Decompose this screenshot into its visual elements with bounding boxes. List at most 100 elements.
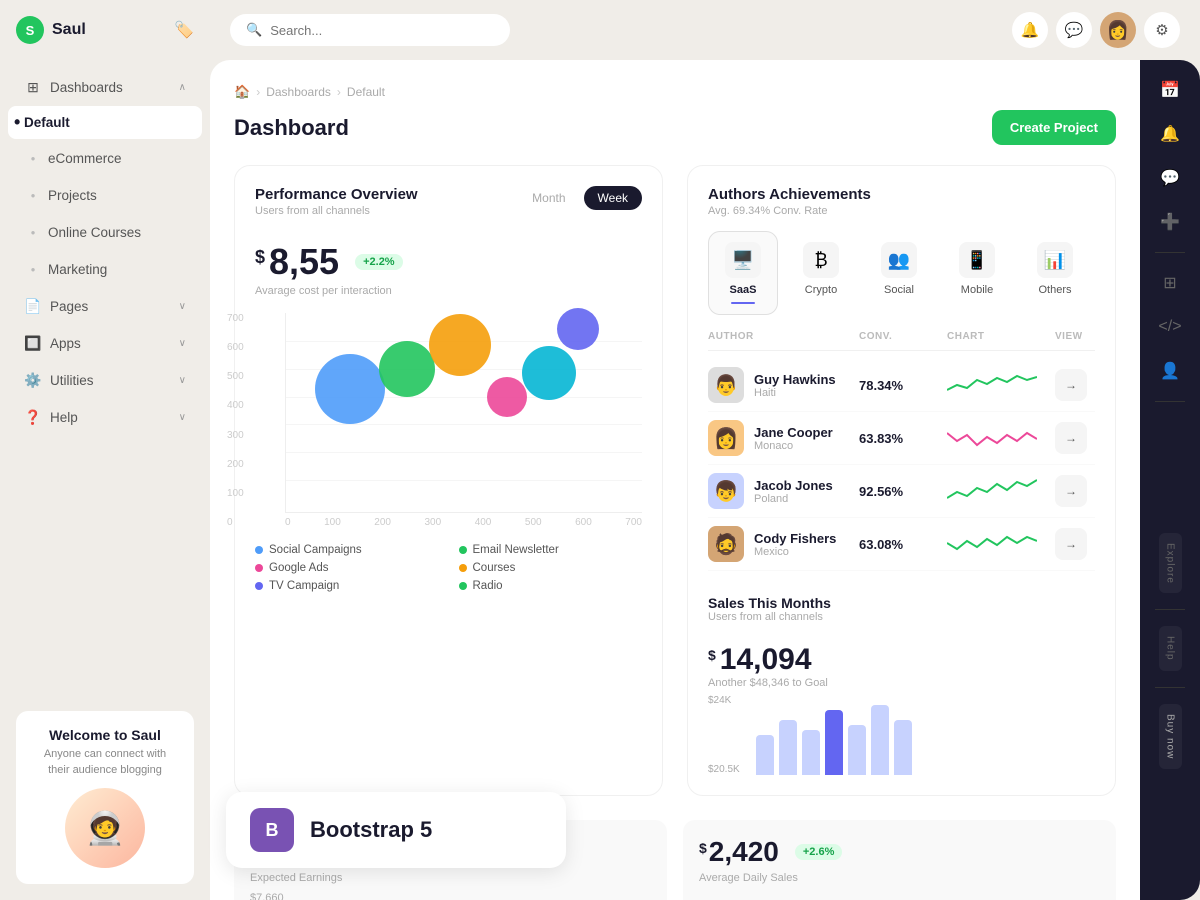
- saas-icon: 🖥️: [725, 242, 761, 278]
- help-icon: ❓: [24, 408, 42, 426]
- bubble-email: [379, 341, 435, 397]
- author-name-jane: Jane Cooper: [754, 425, 833, 440]
- col-chart: CHART: [947, 331, 1047, 342]
- search-box[interactable]: 🔍: [230, 14, 510, 46]
- breadcrumb: 🏠 › Dashboards › Default: [234, 84, 1116, 100]
- sidebar-item-label: Marketing: [48, 262, 107, 277]
- bar-1: [756, 735, 774, 775]
- notifications-button[interactable]: 🔔: [1012, 12, 1048, 48]
- search-icon: 🔍: [246, 22, 262, 38]
- rp-separator: [1155, 252, 1185, 253]
- astronaut-illustration: 🧑‍🚀: [65, 788, 145, 868]
- earnings-label: Expected Earnings: [250, 872, 651, 884]
- sales-currency: $: [708, 647, 716, 663]
- sidebar-item-projects[interactable]: ● Projects: [8, 177, 202, 213]
- author-tab-mobile[interactable]: 📱 Mobile: [942, 231, 1012, 315]
- rp-buy-label[interactable]: Buy now: [1159, 704, 1182, 769]
- sidebar-item-pages[interactable]: 📄 Pages ∨: [8, 288, 202, 324]
- settings-button[interactable]: ⚙: [1144, 12, 1180, 48]
- rp-code-button[interactable]: </>: [1152, 309, 1188, 345]
- sidebar-item-label: Dashboards: [50, 80, 123, 95]
- bar-6: [871, 705, 889, 775]
- rp-user-button[interactable]: 👤: [1152, 353, 1188, 389]
- page-title: Dashboard: [234, 115, 349, 141]
- sidebar-header: S Saul 🏷️: [0, 0, 210, 60]
- bar-values: $7,660 $2,820 $45,257: [250, 892, 651, 900]
- bar-3: [802, 730, 820, 775]
- rp-grid-button[interactable]: ⊞: [1152, 265, 1188, 301]
- create-project-button[interactable]: Create Project: [992, 110, 1116, 145]
- performance-card: Performance Overview Users from all chan…: [234, 165, 663, 796]
- messages-button[interactable]: 💬: [1056, 12, 1092, 48]
- col-conv: CONV.: [859, 331, 939, 342]
- welcome-card: Welcome to Saul Anyone can connect with …: [16, 711, 194, 884]
- author-info-guy: 👨 Guy Hawkins Haiti: [708, 367, 851, 403]
- bubble-radio: [557, 308, 599, 350]
- rp-separator2: [1155, 401, 1185, 402]
- legend-radio: Radio: [459, 580, 643, 592]
- rp-help-label[interactable]: Help: [1159, 626, 1182, 671]
- conv-rate-jane: 63.83%: [859, 431, 939, 446]
- bubble-tv: [522, 346, 576, 400]
- home-icon[interactable]: 🏠: [234, 84, 250, 100]
- sidebar-item-label: Apps: [50, 336, 81, 351]
- user-avatar[interactable]: 👩: [1100, 12, 1136, 48]
- author-tab-saas[interactable]: 🖥️ SaaS: [708, 231, 778, 315]
- social-label: Social: [884, 284, 914, 296]
- breadcrumb-dashboards[interactable]: Dashboards: [266, 85, 331, 99]
- rp-calendar-button[interactable]: 📅: [1152, 72, 1188, 108]
- y-axis: 700 600 500 400 300 200 100 0: [227, 313, 244, 528]
- rp-messages-button[interactable]: 💬: [1152, 160, 1188, 196]
- search-input[interactable]: [270, 23, 494, 38]
- performance-value: $ 8,55: [255, 241, 339, 283]
- active-underline: [731, 302, 755, 304]
- logo-icon: S: [16, 16, 44, 44]
- sidebar-item-label: Pages: [50, 299, 88, 314]
- sidebar-item-marketing[interactable]: ● Marketing: [8, 251, 202, 287]
- sidebar-item-apps[interactable]: 🔲 Apps ∨: [8, 325, 202, 361]
- sidebar-item-default[interactable]: Default: [8, 106, 202, 139]
- rp-notifications-button[interactable]: 🔔: [1152, 116, 1188, 152]
- author-info-jane: 👩 Jane Cooper Monaco: [708, 420, 851, 456]
- sidebar-nav: ⊞ Dashboards ∧ Default ● eCommerce ● Pro…: [0, 60, 210, 695]
- daily-number: 2,420: [709, 836, 779, 868]
- rp-add-button[interactable]: ➕: [1152, 204, 1188, 240]
- sidebar-item-ecommerce[interactable]: ● eCommerce: [8, 140, 202, 176]
- author-tab-social[interactable]: 👥 Social: [864, 231, 934, 315]
- view-button-guy[interactable]: →: [1055, 369, 1087, 401]
- author-info-jacob: 👦 Jacob Jones Poland: [708, 473, 851, 509]
- sidebar-item-dashboards[interactable]: ⊞ Dashboards ∧: [8, 69, 202, 105]
- sales-goal: Another $48,346 to Goal: [708, 677, 1095, 689]
- daily-sales-label: Average Daily Sales: [699, 872, 1100, 884]
- authors-title: Authors Achievements: [708, 186, 1095, 203]
- sidebar-item-online-courses[interactable]: ● Online Courses: [8, 214, 202, 250]
- social-tab-icon: 👥: [881, 242, 917, 278]
- tab-week[interactable]: Week: [584, 186, 642, 210]
- sidebar-item-label: Online Courses: [48, 225, 141, 240]
- author-row-jane: 👩 Jane Cooper Monaco 63.83%: [708, 412, 1095, 465]
- rp-mid-sep2: [1155, 687, 1185, 688]
- bootstrap-label: Bootstrap 5: [310, 817, 432, 843]
- sidebar-item-help[interactable]: ❓ Help ∨: [8, 399, 202, 435]
- view-button-jacob[interactable]: →: [1055, 475, 1087, 507]
- pages-icon: 📄: [24, 297, 42, 315]
- author-tab-others[interactable]: 📊 Others: [1020, 231, 1090, 315]
- dot-icon: ●: [24, 260, 42, 278]
- sidebar-item-utilities[interactable]: ⚙️ Utilities ∨: [8, 362, 202, 398]
- app-name: Saul: [52, 21, 86, 39]
- mini-chart-guy: [947, 370, 1047, 400]
- view-button-cody[interactable]: →: [1055, 528, 1087, 560]
- tab-month[interactable]: Month: [518, 186, 579, 210]
- dot-tv: [255, 582, 263, 590]
- performance-badge: +2.2%: [355, 254, 403, 270]
- currency-symbol: $: [255, 247, 265, 268]
- rp-explore-label[interactable]: Explore: [1159, 533, 1182, 594]
- sales-bar-chart: [756, 695, 912, 775]
- author-tab-crypto[interactable]: ₿ Crypto: [786, 231, 856, 315]
- authors-card: Authors Achievements Avg. 69.34% Conv. R…: [687, 165, 1116, 796]
- app-logo: S Saul: [16, 16, 86, 44]
- sidebar-toggle-icon[interactable]: 🏷️: [174, 20, 194, 40]
- chevron-icon: ∨: [179, 375, 186, 386]
- sales-subtitle: Users from all channels: [708, 611, 831, 623]
- view-button-jane[interactable]: →: [1055, 422, 1087, 454]
